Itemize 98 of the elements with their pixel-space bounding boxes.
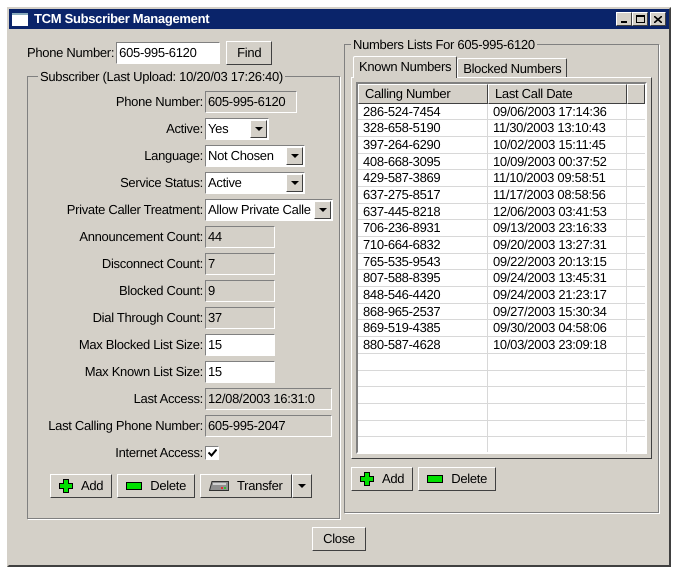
table-cell: 09/30/2003 04:58:06	[488, 320, 627, 336]
column-header[interactable]: Calling Number	[358, 84, 488, 104]
input-field[interactable]: 605-995-2047	[205, 414, 332, 436]
caret-icon	[318, 208, 326, 212]
transfer-button[interactable]: Transfer	[200, 474, 292, 498]
input-field[interactable]: 605-995-6120	[116, 42, 220, 64]
minimize-icon	[621, 21, 627, 23]
field-label: Active:	[165, 120, 204, 138]
field-label: Language:	[143, 146, 204, 165]
dropdown-arrow-button[interactable]	[286, 146, 303, 164]
table-cell: 710-664-6832	[358, 237, 488, 253]
field-label: Private Caller Treatment:	[66, 200, 204, 219]
table-cell: 429-587-3869	[358, 170, 488, 186]
field-label: Phone Number:	[114, 92, 204, 111]
table-cell: 868-965-2537	[358, 304, 488, 320]
checkbox[interactable]	[205, 446, 219, 460]
find-button[interactable]: Find	[226, 41, 272, 65]
delete-button[interactable]: Delete	[117, 474, 196, 498]
dropdown-arrow-button[interactable]	[286, 174, 303, 192]
table-cell: 706-236-8931	[358, 220, 488, 236]
input-field[interactable]: 15	[205, 360, 275, 382]
field-label: Last Calling Phone Number:	[47, 416, 204, 435]
dropdown-field[interactable]: Allow Private Calle	[205, 198, 333, 220]
dropdown-field[interactable]: Active	[205, 172, 305, 194]
table-cell: 09/20/2003 13:27:31	[488, 237, 627, 253]
delete-button[interactable]: Delete	[418, 466, 496, 490]
table-cell: 09/22/2003 20:13:15	[488, 254, 627, 270]
group-title: Numbers Lists For 605-995-6120	[352, 36, 536, 54]
add-button[interactable]: Add	[351, 466, 414, 490]
table-cell: 765-535-9543	[358, 254, 488, 270]
table-cell: 807-588-8395	[358, 270, 488, 286]
input-field[interactable]: 37	[205, 306, 275, 328]
table-cell: 10/02/2003 15:11:45	[488, 136, 627, 153]
caret-icon	[298, 484, 306, 488]
field-label: Disconnect Count:	[100, 254, 204, 273]
field-label: Max Blocked List Size:	[78, 336, 204, 354]
caret-icon	[254, 126, 262, 130]
input-field[interactable]: 7	[205, 252, 275, 274]
table-cell: 09/24/2003 13:45:31	[488, 270, 627, 286]
table-cell: 11/10/2003 09:58:51	[488, 170, 627, 186]
tab[interactable]: Blocked Numbers	[457, 58, 568, 76]
table-cell: 09/24/2003 21:23:17	[488, 287, 627, 303]
table-cell: 09/27/2003 15:30:34	[488, 304, 627, 320]
caret-icon	[290, 180, 298, 184]
table-cell: 10/09/2003 00:37:52	[488, 154, 627, 170]
dropdown-button[interactable]	[292, 474, 312, 498]
table-cell: 328-658-5190	[358, 120, 488, 136]
dropdown-field[interactable]: Not Chosen	[205, 144, 305, 166]
field-label: Blocked Count:	[118, 282, 204, 300]
maximize-icon	[636, 15, 644, 23]
table-cell: 869-519-4385	[358, 320, 488, 336]
dropdown-arrow-button[interactable]	[314, 200, 331, 218]
plus-icon	[59, 478, 73, 492]
field-label: Internet Access:	[114, 444, 204, 462]
input-field[interactable]: 44	[205, 226, 275, 248]
input-field[interactable]: 9	[205, 280, 275, 302]
table-cell: 11/17/2003 08:58:56	[488, 186, 627, 203]
table-cell: 286-524-7454	[358, 104, 488, 120]
table-cell: 408-668-3095	[358, 154, 488, 170]
input-field[interactable]: 15	[205, 334, 275, 356]
input-field[interactable]: 605-995-6120	[205, 90, 297, 112]
add-button[interactable]: Add	[50, 474, 112, 498]
table-cell: 637-445-8218	[358, 204, 488, 220]
field-label: Dial Through Count:	[92, 308, 204, 327]
field-label: Max Known List Size:	[84, 362, 204, 381]
close-icon	[654, 16, 662, 22]
tab[interactable]: Known Numbers	[353, 56, 458, 78]
plus-icon	[360, 472, 374, 486]
field-label: Announcement Count:	[78, 228, 204, 246]
table-cell: 848-546-4420	[358, 287, 488, 303]
table-cell: 637-275-8517	[358, 186, 488, 203]
table-cell: 12/06/2003 03:41:53	[488, 204, 627, 220]
field-label: Last Access:	[132, 390, 204, 408]
dropdown-field[interactable]: Yes	[205, 118, 269, 140]
minus-icon	[126, 482, 142, 490]
minus-icon	[427, 474, 444, 482]
minimize-button[interactable]	[616, 12, 632, 26]
field-label: Service Status:	[119, 174, 204, 192]
table-cell: 09/06/2003 17:14:36	[488, 104, 627, 120]
table-cell: 397-264-6290	[358, 136, 488, 153]
check-icon	[208, 448, 216, 456]
dropdown-arrow-button[interactable]	[250, 120, 267, 138]
table-cell: 10/03/2003 23:09:18	[488, 337, 627, 353]
group-title: Subscriber (Last Upload: 10/20/03 17:26:40)	[39, 68, 284, 86]
column-header[interactable]	[627, 84, 645, 104]
close-dialog-button[interactable]: Close	[312, 527, 366, 551]
table-cell: 11/30/2003 13:10:43	[488, 120, 627, 136]
device-icon	[209, 480, 230, 490]
maximize-button[interactable]	[632, 12, 648, 26]
caret-icon	[290, 154, 298, 158]
close-button[interactable]	[650, 12, 666, 26]
input-field[interactable]: 12/08/2003 16:31:0	[205, 388, 332, 410]
table-cell: 880-587-4628	[358, 337, 488, 353]
table-cell: 09/13/2003 23:16:33	[488, 220, 627, 236]
field-label: Phone Number:	[27, 44, 114, 62]
window-icon	[12, 12, 28, 26]
window-title: TCM Subscriber Management	[34, 10, 210, 28]
column-header[interactable]: Last Call Date	[488, 84, 627, 104]
